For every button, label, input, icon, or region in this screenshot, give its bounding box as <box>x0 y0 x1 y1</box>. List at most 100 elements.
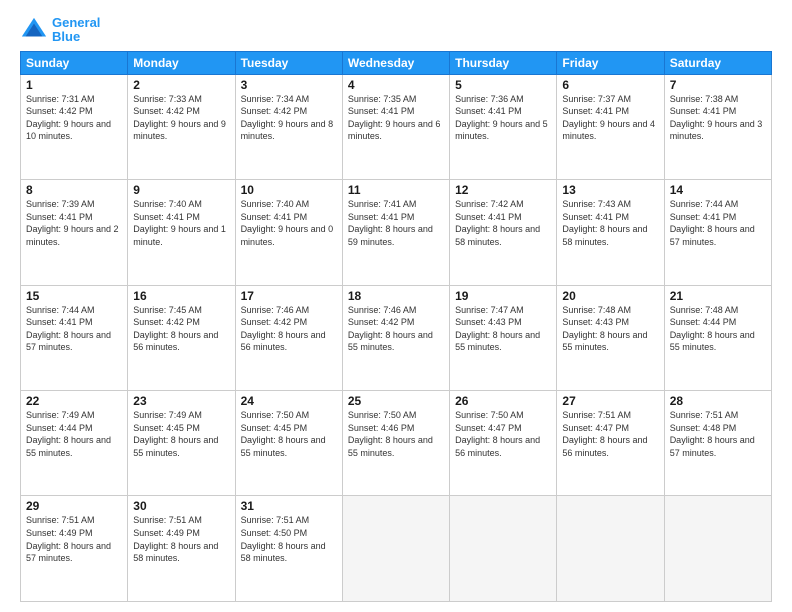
day-number: 12 <box>455 183 551 197</box>
calendar-cell: 6 Sunrise: 7:37 AMSunset: 4:41 PMDaylight… <box>557 74 664 179</box>
col-tuesday: Tuesday <box>235 51 342 74</box>
calendar-cell: 18Sunrise: 7:46 AMSunset: 4:42 PMDayligh… <box>342 285 449 390</box>
day-number: 8 <box>26 183 122 197</box>
day-info: Sunrise: 7:51 AMSunset: 4:49 PMDaylight:… <box>133 515 218 563</box>
day-number: 11 <box>348 183 444 197</box>
calendar-cell: 12Sunrise: 7:42 AMSunset: 4:41 PMDayligh… <box>450 180 557 285</box>
day-info: Sunrise: 7:45 AMSunset: 4:42 PMDaylight:… <box>133 305 218 353</box>
day-info: Sunrise: 7:51 AMSunset: 4:49 PMDaylight:… <box>26 515 111 563</box>
calendar-cell: 19 Sunrise: 7:47 AMSunset: 4:43 PMDayligh… <box>450 285 557 390</box>
day-info: Sunrise: 7:31 AMSunset: 4:42 PMDaylight:… <box>26 94 111 142</box>
calendar-cell: 26Sunrise: 7:50 AMSunset: 4:47 PMDayligh… <box>450 391 557 496</box>
day-number: 22 <box>26 394 122 408</box>
day-number: 21 <box>670 289 766 303</box>
day-info: Sunrise: 7:40 AMSunset: 4:41 PMDaylight:… <box>133 199 226 247</box>
day-number: 24 <box>241 394 337 408</box>
day-number: 9 <box>133 183 229 197</box>
calendar-week-5: 29 Sunrise: 7:51 AMSunset: 4:49 PMDayligh… <box>21 496 772 602</box>
day-info: Sunrise: 7:36 AMSunset: 4:41 PMDaylight:… <box>455 94 548 142</box>
logo-text: General Blue <box>52 16 100 45</box>
calendar-cell: 1 Sunrise: 7:31 AMSunset: 4:42 PMDaylight… <box>21 74 128 179</box>
calendar-cell: 16Sunrise: 7:45 AMSunset: 4:42 PMDayligh… <box>128 285 235 390</box>
day-number: 19 <box>455 289 551 303</box>
col-sunday: Sunday <box>21 51 128 74</box>
calendar-cell: 10 Sunrise: 7:40 AMSunset: 4:41 PMDayligh… <box>235 180 342 285</box>
col-friday: Friday <box>557 51 664 74</box>
calendar-cell: 25 Sunrise: 7:50 AMSunset: 4:46 PMDayligh… <box>342 391 449 496</box>
calendar-cell: 31 Sunrise: 7:51 AMSunset: 4:50 PMDayligh… <box>235 496 342 602</box>
day-number: 23 <box>133 394 229 408</box>
calendar-cell: 15Sunrise: 7:44 AMSunset: 4:41 PMDayligh… <box>21 285 128 390</box>
day-info: Sunrise: 7:48 AMSunset: 4:44 PMDaylight:… <box>670 305 755 353</box>
day-number: 28 <box>670 394 766 408</box>
calendar-cell: 29 Sunrise: 7:51 AMSunset: 4:49 PMDayligh… <box>21 496 128 602</box>
day-number: 14 <box>670 183 766 197</box>
calendar-cell: 3 Sunrise: 7:34 AMSunset: 4:42 PMDaylight… <box>235 74 342 179</box>
day-info: Sunrise: 7:49 AMSunset: 4:45 PMDaylight:… <box>133 410 218 458</box>
day-info: Sunrise: 7:44 AMSunset: 4:41 PMDaylight:… <box>670 199 755 247</box>
day-info: Sunrise: 7:46 AMSunset: 4:42 PMDaylight:… <box>241 305 326 353</box>
col-wednesday: Wednesday <box>342 51 449 74</box>
day-number: 27 <box>562 394 658 408</box>
day-info: Sunrise: 7:41 AMSunset: 4:41 PMDaylight:… <box>348 199 433 247</box>
calendar-table: Sunday Monday Tuesday Wednesday Thursday… <box>20 51 772 602</box>
header: General Blue <box>20 16 772 45</box>
calendar-week-3: 15Sunrise: 7:44 AMSunset: 4:41 PMDayligh… <box>21 285 772 390</box>
day-info: Sunrise: 7:49 AMSunset: 4:44 PMDaylight:… <box>26 410 111 458</box>
calendar-cell: 24 Sunrise: 7:50 AMSunset: 4:45 PMDayligh… <box>235 391 342 496</box>
day-number: 15 <box>26 289 122 303</box>
page: General Blue Sunday Monday Tuesday Wedne… <box>0 0 792 612</box>
day-info: Sunrise: 7:43 AMSunset: 4:41 PMDaylight:… <box>562 199 647 247</box>
calendar-cell: 22 Sunrise: 7:49 AMSunset: 4:44 PMDayligh… <box>21 391 128 496</box>
calendar-cell: 9 Sunrise: 7:40 AMSunset: 4:41 PMDaylight… <box>128 180 235 285</box>
day-info: Sunrise: 7:39 AMSunset: 4:41 PMDaylight:… <box>26 199 119 247</box>
day-info: Sunrise: 7:35 AMSunset: 4:41 PMDaylight:… <box>348 94 441 142</box>
calendar-cell: 21 Sunrise: 7:48 AMSunset: 4:44 PMDayligh… <box>664 285 771 390</box>
day-info: Sunrise: 7:50 AMSunset: 4:45 PMDaylight:… <box>241 410 326 458</box>
day-info: Sunrise: 7:51 AMSunset: 4:50 PMDaylight:… <box>241 515 326 563</box>
day-info: Sunrise: 7:37 AMSunset: 4:41 PMDaylight:… <box>562 94 655 142</box>
calendar-cell: 7 Sunrise: 7:38 AMSunset: 4:41 PMDaylight… <box>664 74 771 179</box>
day-info: Sunrise: 7:38 AMSunset: 4:41 PMDaylight:… <box>670 94 763 142</box>
day-number: 2 <box>133 78 229 92</box>
day-number: 13 <box>562 183 658 197</box>
day-number: 6 <box>562 78 658 92</box>
day-info: Sunrise: 7:46 AMSunset: 4:42 PMDaylight:… <box>348 305 433 353</box>
day-number: 20 <box>562 289 658 303</box>
day-info: Sunrise: 7:33 AMSunset: 4:42 PMDaylight:… <box>133 94 226 142</box>
day-info: Sunrise: 7:51 AMSunset: 4:48 PMDaylight:… <box>670 410 755 458</box>
day-number: 25 <box>348 394 444 408</box>
calendar-header-row: Sunday Monday Tuesday Wednesday Thursday… <box>21 51 772 74</box>
calendar-cell: 4Sunrise: 7:35 AMSunset: 4:41 PMDaylight… <box>342 74 449 179</box>
day-number: 7 <box>670 78 766 92</box>
day-info: Sunrise: 7:51 AMSunset: 4:47 PMDaylight:… <box>562 410 647 458</box>
calendar-cell: 17 Sunrise: 7:46 AMSunset: 4:42 PMDayligh… <box>235 285 342 390</box>
logo-blue: Blue <box>52 29 80 44</box>
calendar-cell <box>342 496 449 602</box>
calendar-cell: 8 Sunrise: 7:39 AMSunset: 4:41 PMDaylight… <box>21 180 128 285</box>
calendar-cell: 20Sunrise: 7:48 AMSunset: 4:43 PMDayligh… <box>557 285 664 390</box>
logo-icon <box>20 16 48 44</box>
calendar-cell <box>450 496 557 602</box>
calendar-cell: 27 Sunrise: 7:51 AMSunset: 4:47 PMDayligh… <box>557 391 664 496</box>
day-number: 31 <box>241 499 337 513</box>
calendar-cell <box>557 496 664 602</box>
logo-general: General <box>52 15 100 30</box>
day-number: 1 <box>26 78 122 92</box>
day-number: 3 <box>241 78 337 92</box>
calendar-cell: 5Sunrise: 7:36 AMSunset: 4:41 PMDaylight… <box>450 74 557 179</box>
day-info: Sunrise: 7:50 AMSunset: 4:46 PMDaylight:… <box>348 410 433 458</box>
day-info: Sunrise: 7:50 AMSunset: 4:47 PMDaylight:… <box>455 410 540 458</box>
day-number: 10 <box>241 183 337 197</box>
calendar-cell: 30Sunrise: 7:51 AMSunset: 4:49 PMDayligh… <box>128 496 235 602</box>
calendar-cell: 23 Sunrise: 7:49 AMSunset: 4:45 PMDayligh… <box>128 391 235 496</box>
col-thursday: Thursday <box>450 51 557 74</box>
day-info: Sunrise: 7:40 AMSunset: 4:41 PMDaylight:… <box>241 199 334 247</box>
day-info: Sunrise: 7:47 AMSunset: 4:43 PMDaylight:… <box>455 305 540 353</box>
day-number: 17 <box>241 289 337 303</box>
day-info: Sunrise: 7:34 AMSunset: 4:42 PMDaylight:… <box>241 94 334 142</box>
day-number: 29 <box>26 499 122 513</box>
calendar-cell: 28 Sunrise: 7:51 AMSunset: 4:48 PMDayligh… <box>664 391 771 496</box>
calendar-week-2: 8 Sunrise: 7:39 AMSunset: 4:41 PMDaylight… <box>21 180 772 285</box>
calendar-cell: 13 Sunrise: 7:43 AMSunset: 4:41 PMDayligh… <box>557 180 664 285</box>
